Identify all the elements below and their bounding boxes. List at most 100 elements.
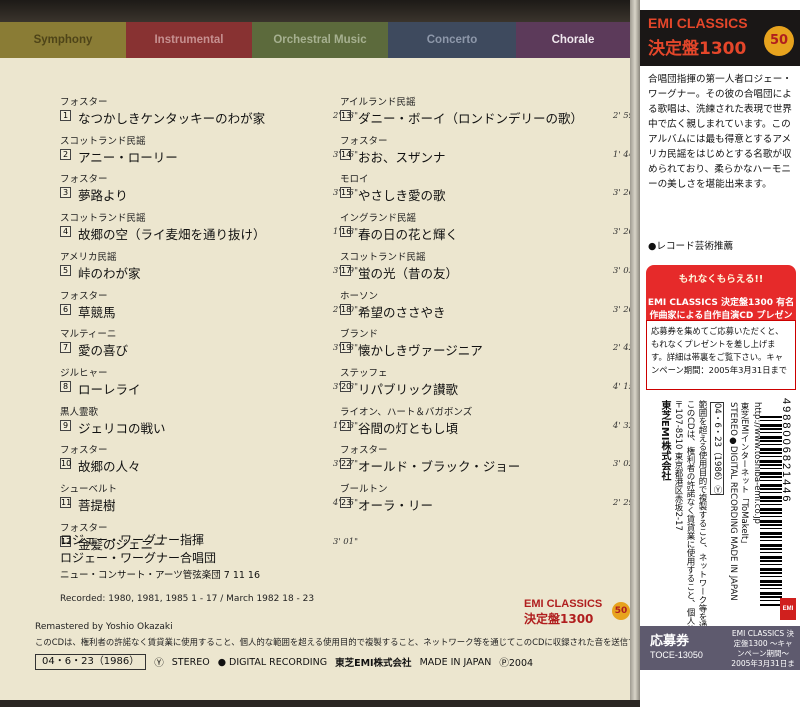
track-item: スコットランド民謡4故郷の空（ライ麦畑を通り抜け）1' 58"	[60, 210, 360, 246]
obi-stereo-vertical: STEREO●DIGITAL RECORDING MADE IN JAPAN	[728, 402, 738, 601]
case-spine	[630, 0, 640, 700]
obi-coupon: 応募券 TOCE-13050 EMI CLASSICS 決定盤1300 ～キャン…	[640, 626, 800, 678]
obi-strip: EMI CLASSICS 決定盤1300 50 合唱団指揮の第一人者ロジェー・ワ…	[640, 0, 800, 707]
track-title: 愛の喜び	[78, 343, 129, 359]
track-number: 15	[340, 187, 352, 199]
track-title: 希望のささやき	[358, 304, 446, 320]
track-composer: ブールトン	[340, 484, 388, 495]
track-title: オールド・ブラック・ジョー	[358, 459, 521, 475]
genre-bar: Symphony Instrumental Orchestral Music C…	[0, 22, 630, 58]
track-title: 故郷の空（ライ麦畑を通り抜け）	[78, 227, 266, 243]
track-number: 1	[60, 110, 71, 121]
obi-warning-2: 範囲を超える使用目的で複製すること、ネットワーク等を通じて	[697, 400, 707, 647]
obi-warning-1: このCDは、権利者の許諾なく賃貸業に使用すること、個人的な	[685, 400, 695, 642]
logo-50-badge: 50	[612, 602, 630, 620]
obi-award: ●レコード芸術推薦	[648, 241, 734, 252]
track-composer: フォスター	[340, 135, 388, 147]
emi-mark-icon: EMI	[780, 598, 796, 620]
recording-info: Recorded: 1980, 1981, 1985 1 - 17 / Marc…	[60, 594, 315, 604]
track-composer: 黒人霊歌	[60, 406, 99, 418]
track-item: フォスター1なつかしきケンタッキーのわが家2' 43"	[60, 94, 360, 130]
track-title: 夢路より	[78, 188, 128, 204]
obi-emi-text: EMI CLASSICS	[648, 15, 748, 31]
track-title: リパブリック讃歌	[358, 381, 459, 397]
digital-label: ● DIGITAL RECORDING	[217, 656, 328, 668]
track-composer: スコットランド民謡	[60, 213, 146, 225]
track-number: 23	[340, 497, 352, 508]
track-item: シューベルト11菩提樹4' 05"	[60, 481, 360, 517]
track-item: マルティーニ7愛の喜び3' 43"	[60, 326, 360, 362]
logo-ban-text: 決定盤1300	[524, 612, 594, 626]
obi-header: EMI CLASSICS 決定盤1300 50	[640, 10, 800, 66]
track-composer: フォスター	[340, 445, 388, 457]
track-composer: ブランド	[340, 329, 379, 341]
track-composer: ライオン、ハート＆バガボンズ	[340, 406, 473, 418]
coupon-label: 応募券	[650, 634, 690, 649]
track-item: ブランド 19 懐かしきヴァージニア 2' 42"	[340, 326, 640, 362]
made-in-japan: MADE IN JAPAN	[419, 656, 492, 668]
track-item: ライオン、ハート＆バガボンズ 21 谷間の灯ともし頃 4' 32"	[340, 404, 640, 440]
track-composer: シューベルト	[60, 484, 118, 495]
track-number: 17	[340, 264, 352, 276]
track-composer: ジルヒャー	[60, 367, 108, 379]
track-number: 20	[340, 380, 352, 392]
catalog-code: 04・6・23（1986）	[35, 654, 147, 670]
coupon-info: EMI CLASSICS 決定盤1300 ～キャンペーン期間～ 2005年3月3…	[731, 629, 795, 678]
track-title: 懐かしきヴァージニア	[358, 343, 483, 359]
track-title: ダニー・ボーイ（ロンドンデリーの歌）	[358, 111, 584, 126]
track-title: 菩提樹	[78, 498, 116, 513]
cd-back-card: Symphony Instrumental Orchestral Music C…	[0, 0, 638, 700]
track-title: ジェリコの戦い	[78, 420, 166, 436]
obi-catalog-vertical: 04・6・23（1986）Ⓨ	[710, 402, 724, 496]
track-composer: アイルランド民謡	[340, 97, 416, 108]
stereo-label: STEREO	[171, 656, 210, 668]
track-number: 13	[340, 110, 352, 121]
track-number: 4	[60, 226, 71, 238]
track-title: アニー・ローリー	[78, 149, 178, 165]
track-item: フォスター3夢路より3' 15"	[60, 171, 360, 207]
track-title: 春の日の花と輝く	[358, 227, 459, 243]
track-composer: フォスター	[60, 290, 108, 302]
barcode: 4988006821446	[760, 398, 794, 622]
track-title: なつかしきケンタッキーのわが家	[78, 111, 266, 126]
obi-description: 合唱団指揮の第一人者ロジェー・ワーグナー。その彼の合唱団による歌唱は、洗練された…	[648, 74, 792, 190]
track-item: スコットランド民謡2アニー・ローリー3' 06"	[60, 133, 360, 169]
track-number: 7	[60, 342, 71, 354]
track-number: 14	[340, 148, 352, 160]
track-item: アメリカ民謡5峠のわが家3' 29"	[60, 249, 360, 285]
track-item: 黒人霊歌9ジェリコの戦い1' 28"	[60, 404, 360, 440]
obi-ban-text: 決定盤1300	[648, 39, 747, 59]
barcode-bars	[760, 416, 782, 606]
obi-address: 〒107-8510 東京都港区赤坂2-17	[673, 400, 683, 531]
track-number: 21	[340, 419, 352, 431]
obi-50-badge: 50	[764, 26, 794, 56]
track-title: オーラ・リー	[358, 498, 434, 513]
track-composer: モロイ	[340, 174, 369, 186]
genre-orchestral: Orchestral Music	[252, 22, 388, 58]
track-item: フォスター 22 オールド・ブラック・ジョー 3' 02"	[340, 442, 640, 478]
barcode-digits: 4988006821446	[780, 398, 792, 504]
track-number: 8	[60, 380, 71, 392]
logo-emi-text: EMI CLASSICS	[524, 598, 603, 610]
track-item: ブールトン 23 オーラ・リー 2' 29"	[340, 481, 640, 517]
track-number: 9	[60, 419, 71, 431]
coupon-catalog: TOCE-13050	[650, 650, 703, 660]
track-number: 19	[340, 342, 352, 354]
track-item: アイルランド民謡 13 ダニー・ボーイ（ロンドンデリーの歌） 2' 59"	[340, 94, 640, 130]
track-number: 2	[60, 148, 71, 160]
track-title: 草競馬	[78, 304, 116, 320]
obi-net: 東芝EMIインターネット「ToMakeIt」	[739, 402, 749, 548]
track-composer: フォスター	[60, 97, 108, 108]
credits: ロジェー・ワーグナー指揮 ロジェー・ワーグナー合唱団 ニュー・コンサート・アーツ…	[60, 531, 260, 585]
track-composer: アメリカ民謡	[60, 251, 117, 263]
track-composer: フォスター	[60, 174, 108, 186]
track-number: 16	[340, 226, 352, 238]
track-item: ステッフェ 20 リパブリック讃歌 4' 15"	[340, 365, 640, 401]
track-number: 6	[60, 303, 71, 315]
track-composer: スコットランド民謡	[60, 135, 146, 147]
genre-symphony: Symphony	[0, 22, 126, 58]
track-duration: 3' 01"	[332, 536, 358, 547]
p-mark: Ⓟ2004	[499, 658, 534, 669]
track-number: 11	[60, 497, 72, 508]
track-composer: イングランド民謡	[340, 213, 417, 225]
